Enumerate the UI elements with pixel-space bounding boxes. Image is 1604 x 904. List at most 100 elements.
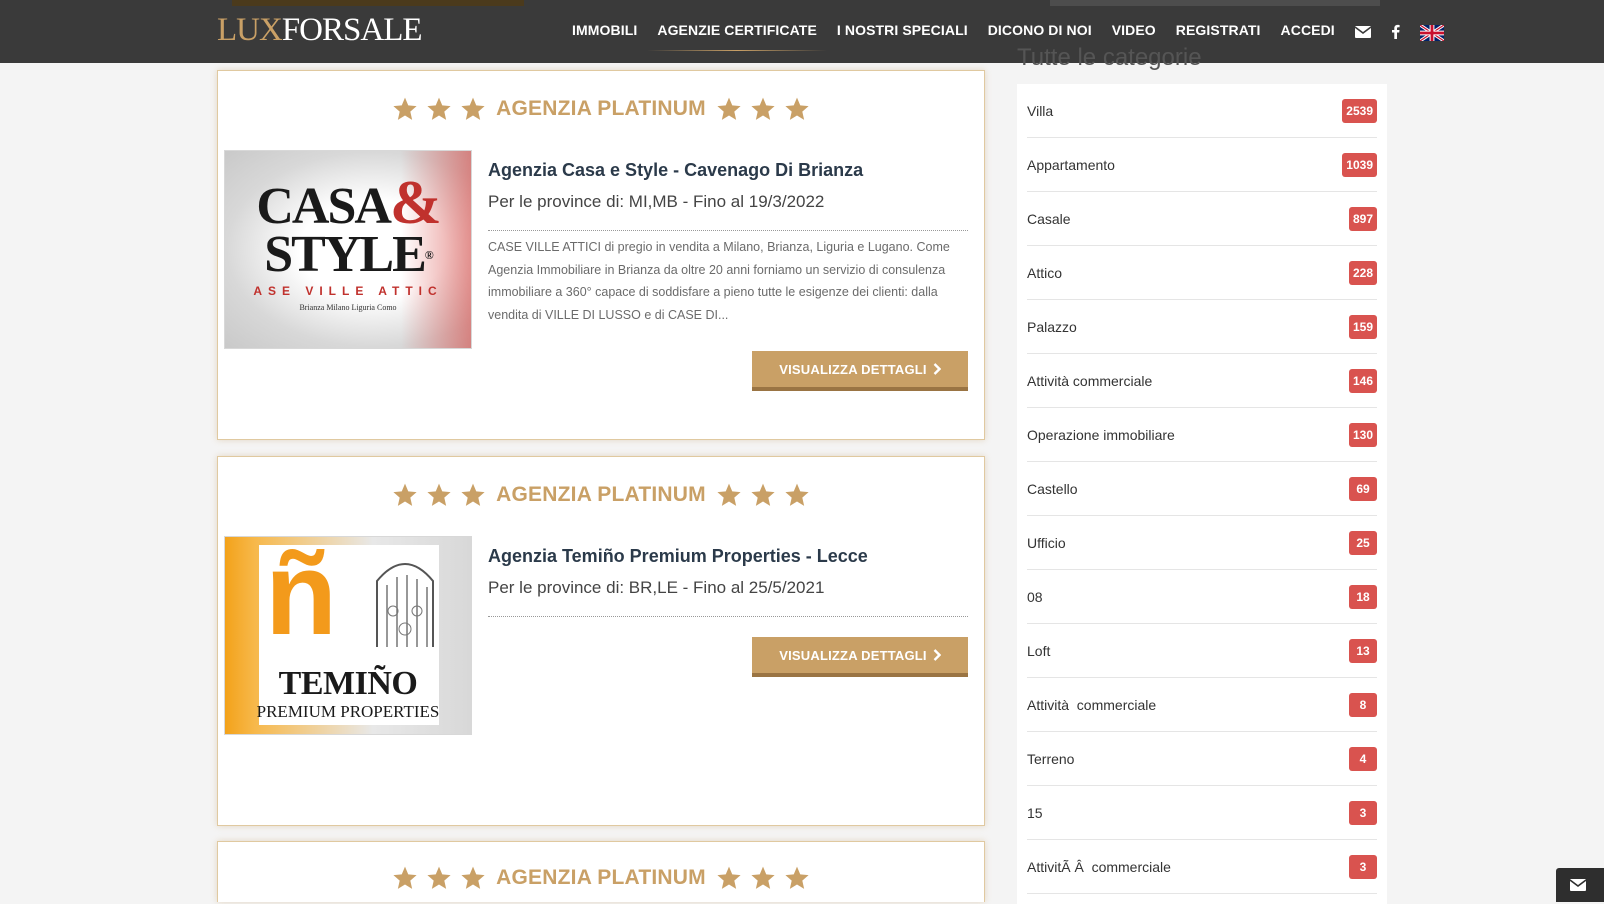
category-count-badge: 3 [1349,854,1377,879]
card-header: AGENZIA PLATINUM [218,860,984,896]
star-icon [427,483,451,506]
agency-card: AGENZIA PLATINUM ñ TEMIÑO PREMIUM PROPER… [217,456,985,826]
star-icon [427,866,451,889]
facebook-icon[interactable] [1391,0,1400,63]
stars-left [388,865,490,891]
stars-right [712,865,814,891]
logo-glyph: ñ [265,536,338,660]
category-label: Villa [1027,102,1054,119]
card-header: AGENZIA PLATINUM [218,91,984,127]
category-count-badge: 2539 [1342,98,1377,123]
star-icon [751,97,775,120]
view-details-button[interactable]: VISUALIZZA DETTAGLI [752,351,968,391]
category-item[interactable]: Ufficio 25 [1027,516,1377,570]
star-icon [461,483,485,506]
floating-mail-button[interactable] [1556,868,1604,902]
category-item[interactable]: Attico 228 [1027,246,1377,300]
category-label: Casale [1027,210,1071,227]
stars-right [712,482,814,508]
category-count-badge: 69 [1349,476,1377,501]
stars-right [712,96,814,122]
tier-label: AGENZIA PLATINUM [496,483,706,506]
view-details-label: VISUALIZZA DETTAGLI [779,361,927,377]
nav-agenzie-certificate[interactable]: AGENZIE CERTIFICATE [647,0,827,63]
nav-accedi[interactable]: ACCEDI [1281,0,1335,63]
view-details-button[interactable]: VISUALIZZA DETTAGLI [752,637,968,677]
category-count-badge: 13 [1349,638,1377,663]
nav-immobili[interactable]: IMMOBILI [572,0,637,63]
category-sidebar: Villa 2539 Appartamento 1039 Casale 897 Att… [1017,84,1387,904]
tier-label: AGENZIA PLATINUM [496,97,706,120]
star-icon [785,97,809,120]
logo-text-subline: ASE VILLE ATTIC [253,284,443,298]
category-label: Castello [1027,480,1078,497]
star-icon [461,866,485,889]
category-item[interactable]: Loft 13 [1027,624,1377,678]
category-item[interactable]: Attività commerciale 146 [1027,354,1377,408]
category-count-badge: 897 [1348,206,1377,231]
category-item[interactable]: Appartamento 1039 [1027,138,1377,192]
logo-tagline: PREMIUM PROPERTIES [256,702,440,721]
logo-forsale: FORSALE [281,12,423,48]
category-label: Operazione immobiliare [1027,426,1175,443]
tier-label: AGENZIA PLATINUM [496,866,706,889]
category-count-badge: 4 [1349,746,1377,771]
header-accent-bar [232,0,524,6]
agency-logo-temino[interactable]: ñ TEMIÑO PREMIUM PROPERTIES [224,536,472,735]
star-icon [751,483,775,506]
stars-left [388,482,490,508]
category-count-badge: 1039 [1342,152,1377,177]
star-icon [785,866,809,889]
category-count-badge: 146 [1348,368,1377,393]
category-item[interactable]: Terreno 4 [1027,732,1377,786]
category-label: AttivitÃ Â commerciale [1027,858,1171,875]
category-item[interactable]: AttivitÃ Â commerciale 3 [1027,840,1377,894]
envelope-icon[interactable] [1354,0,1371,63]
category-label: Ufficio [1027,534,1066,551]
view-details-label: VISUALIZZA DETTAGLI [779,647,927,663]
category-label: Loft [1027,642,1051,659]
category-label: Attico [1027,264,1063,281]
logo-gate-graphic [376,563,434,647]
category-item[interactable]: Castello 69 [1027,462,1377,516]
category-label: Appartamento [1027,156,1115,173]
nav-i-nostri-speciali[interactable]: I NOSTRI SPECIALI [837,0,968,63]
logo-lux: LUX [217,12,283,48]
agency-logo-casa-style[interactable]: CASA& STYLE® ASE VILLE ATTIC Brianza Mil… [224,150,472,349]
card-divider [488,616,968,617]
star-icon [393,97,417,120]
uk-flag-icon[interactable] [1419,0,1444,63]
category-count-badge: 228 [1348,260,1377,285]
site-logo[interactable]: LUXFORSALE [217,10,423,50]
card-header: AGENZIA PLATINUM [218,477,984,513]
category-count-badge: 25 [1349,530,1377,555]
category-count-badge: 18 [1349,584,1377,609]
card-divider [488,230,968,231]
star-icon [717,97,741,120]
agency-card: AGENZIA PLATINUM [217,841,985,902]
star-icon [717,483,741,506]
agency-title[interactable]: Agenzia Temiño Premium Properties - Lecc… [488,546,968,567]
star-icon [461,97,485,120]
top-navbar: LUXFORSALE IMMOBILI AGENZIE CERTIFICATE … [0,0,1604,63]
star-icon [717,866,741,889]
logo-name: TEMIÑO [278,665,418,702]
category-item[interactable]: Attività commerciale 8 [1027,678,1377,732]
category-label: Terreno [1027,750,1075,767]
agency-subtitle: Per le province di: MI,MB - Fino al 19/3… [488,192,825,211]
category-item[interactable]: 08 18 [1027,570,1377,624]
category-label: 08 [1027,588,1043,605]
category-item[interactable]: Operazione immobiliare 130 [1027,408,1377,462]
category-item[interactable]: Villa 2539 [1027,84,1377,138]
agency-subtitle: Per le province di: BR,LE - Fino al 25/5… [488,578,825,597]
category-item[interactable]: Casale 897 [1027,192,1377,246]
star-icon [393,866,417,889]
logo-registered: ® [424,248,434,262]
sidebar-title: Tutte le categorie [1017,44,1202,71]
logo-text-style: STYLE [264,226,427,283]
category-item[interactable]: 15 3 [1027,786,1377,840]
logo-text-cities: Brianza Milano Liguria Como [299,303,397,312]
agency-title[interactable]: Agenzia Casa e Style - Cavenago Di Brian… [488,160,968,181]
agency-description: CASE VILLE ATTICI di pregio in vendita a… [488,240,950,322]
category-item[interactable]: Palazzo 159 [1027,300,1377,354]
